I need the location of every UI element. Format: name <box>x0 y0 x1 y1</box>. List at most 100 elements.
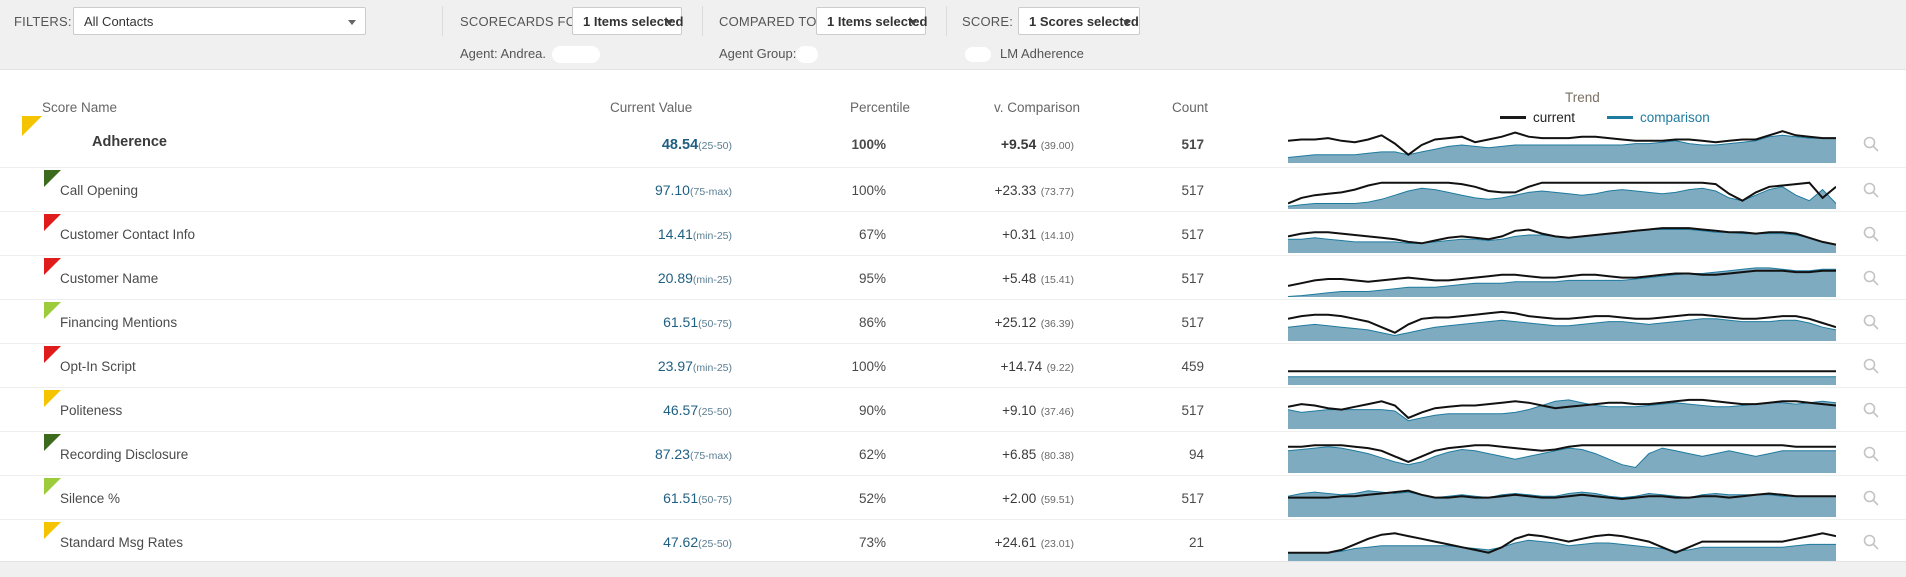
filter-toolbar-row-primary: FILTERS: All Contacts SCORECARDS FOR: 1 … <box>0 0 1906 42</box>
current-value-band: (min-25) <box>692 274 732 286</box>
trend-sparkline[interactable] <box>1288 173 1836 209</box>
trend-sparkline[interactable] <box>1288 525 1836 561</box>
score-status-flag-icon <box>44 302 61 319</box>
table-row[interactable]: Politeness 46.57(25-50) 90% +9.10 (37.46) 51… <box>0 387 1906 431</box>
count-cell: 21 <box>1188 535 1204 550</box>
current-value-cell[interactable]: 47.62(25-50) <box>610 534 732 552</box>
toolbar-divider-3 <box>946 6 947 36</box>
percentile-cell: 100% <box>851 359 886 374</box>
lm-adherence-label: LM Adherence <box>1000 46 1084 61</box>
count-cell: 517 <box>1181 227 1204 242</box>
current-value-cell[interactable]: 48.54(25-50) <box>610 136 732 154</box>
current-value-cell[interactable]: 61.51(50-75) <box>610 490 732 508</box>
table-body: Adherence 48.54(25-50) 100% +9.54 (39.00) 51… <box>0 116 1906 563</box>
comparison-delta: +24.61 <box>994 535 1037 550</box>
trend-sparkline[interactable] <box>1288 349 1836 385</box>
percentile-cell: 95% <box>858 271 886 286</box>
current-value-band: (min-25) <box>692 362 732 374</box>
current-value-band: (25-50) <box>698 406 732 418</box>
score-name-label: Financing Mentions <box>60 315 178 330</box>
trend-sparkline[interactable] <box>1288 305 1836 341</box>
table-row[interactable]: Recording Disclosure 87.23(75-max) 62% +6.8… <box>0 431 1906 475</box>
score-status-flag-icon <box>44 346 61 363</box>
filters-select[interactable]: All Contacts <box>73 7 366 35</box>
table-row[interactable]: Call Opening 97.10(75-max) 100% +23.33 (73.… <box>0 167 1906 211</box>
current-value-cell[interactable]: 23.97(min-25) <box>610 358 732 376</box>
count-cell: 517 <box>1181 315 1204 330</box>
lm-adherence-toggle[interactable] <box>965 47 991 62</box>
search-icon[interactable] <box>1862 269 1880 287</box>
current-value-cell[interactable]: 20.89(min-25) <box>610 270 732 288</box>
search-icon[interactable] <box>1862 533 1880 551</box>
score-name-label: Call Opening <box>60 183 139 198</box>
search-icon[interactable] <box>1862 313 1880 331</box>
agent-group-filter-value-redacted <box>796 46 818 63</box>
comparison-cell: +23.33 (73.77) <box>960 182 1074 200</box>
search-icon[interactable] <box>1862 225 1880 243</box>
table-row[interactable]: Financing Mentions 61.51(50-75) 86% +25.12 … <box>0 299 1906 343</box>
current-value-cell[interactable]: 61.51(50-75) <box>610 314 732 332</box>
percentile-cell: 90% <box>858 403 886 418</box>
scorecards-label: SCORECARDS FOR: <box>460 14 590 29</box>
toolbar-divider-1 <box>442 6 443 36</box>
current-value-number: 87.23 <box>654 446 690 462</box>
score-select[interactable]: 1 Scores selected <box>1018 7 1140 35</box>
percentile-cell: 100% <box>851 137 886 152</box>
search-icon[interactable] <box>1862 489 1880 507</box>
percentile-cell: 62% <box>858 447 886 462</box>
search-icon[interactable] <box>1862 401 1880 419</box>
current-value-band: (25-50) <box>698 140 732 152</box>
comparison-baseline: (39.00) <box>1040 140 1074 152</box>
count-cell: 517 <box>1181 183 1204 198</box>
search-icon[interactable] <box>1862 357 1880 375</box>
current-value-band: (min-25) <box>692 230 732 242</box>
trend-sparkline[interactable] <box>1288 261 1836 297</box>
scorecard-table: Score Name Current Value Percentile v. C… <box>0 70 1906 577</box>
column-header-current-value: Current Value <box>610 100 693 115</box>
trend-sparkline[interactable] <box>1288 437 1836 473</box>
agent-filter-value-redacted <box>552 46 600 63</box>
current-value-cell[interactable]: 46.57(25-50) <box>610 402 732 420</box>
current-value-cell[interactable]: 97.10(75-max) <box>610 182 732 200</box>
legend-swatch-current-icon <box>1500 116 1526 119</box>
score-status-flag-icon <box>44 434 61 451</box>
score-status-flag-icon <box>44 258 61 275</box>
trend-sparkline[interactable] <box>1288 217 1836 253</box>
table-row[interactable]: Adherence 48.54(25-50) 100% +9.54 (39.00) 51… <box>0 116 1906 167</box>
percentile-cell: 67% <box>858 227 886 242</box>
comparison-cell: +14.74 (9.22) <box>960 358 1074 376</box>
current-value-number: 97.10 <box>654 182 690 198</box>
table-row[interactable]: Silence % 61.51(50-75) 52% +2.00 (59.51) 517 <box>0 475 1906 519</box>
comparison-baseline: (14.10) <box>1040 230 1074 242</box>
search-icon[interactable] <box>1862 181 1880 199</box>
table-row[interactable]: Customer Contact Info 14.41(min-25) 67% +0.… <box>0 211 1906 255</box>
search-icon[interactable] <box>1862 445 1880 463</box>
compared-to-select[interactable]: 1 Items selected <box>816 7 927 35</box>
table-row[interactable]: Standard Msg Rates 47.62(25-50) 73% +24.61 … <box>0 519 1906 563</box>
chevron-down-icon <box>665 20 673 25</box>
score-status-flag-icon <box>44 478 61 495</box>
search-icon[interactable] <box>1862 135 1880 153</box>
comparison-baseline: (59.51) <box>1040 494 1074 506</box>
chevron-down-icon <box>348 20 356 25</box>
table-row[interactable]: Customer Name 20.89(min-25) 95% +5.48 (15.4… <box>0 255 1906 299</box>
trend-sparkline[interactable] <box>1288 481 1836 517</box>
comparison-delta: +23.33 <box>994 183 1037 198</box>
column-header-comparison: v. Comparison <box>994 100 1081 115</box>
current-value-cell[interactable]: 14.41(min-25) <box>610 226 732 244</box>
current-value-cell[interactable]: 87.23(75-max) <box>610 446 732 464</box>
current-value-number: 61.51 <box>663 314 699 330</box>
count-cell: 517 <box>1181 271 1204 286</box>
toolbar-divider-2 <box>702 6 703 36</box>
score-name-label: Adherence <box>92 134 167 150</box>
count-cell: 94 <box>1188 447 1204 462</box>
column-header-percentile: Percentile <box>850 100 911 115</box>
scorecards-select[interactable]: 1 Items selected <box>572 7 683 35</box>
comparison-cell: +2.00 (59.51) <box>960 490 1074 508</box>
trend-sparkline[interactable] <box>1288 127 1836 163</box>
trend-sparkline[interactable] <box>1288 393 1836 429</box>
table-footer <box>0 561 1906 577</box>
percentile-cell: 86% <box>858 315 886 330</box>
current-value-number: 48.54 <box>661 137 699 153</box>
table-row[interactable]: Opt-In Script 23.97(min-25) 100% +14.74 (9.… <box>0 343 1906 387</box>
